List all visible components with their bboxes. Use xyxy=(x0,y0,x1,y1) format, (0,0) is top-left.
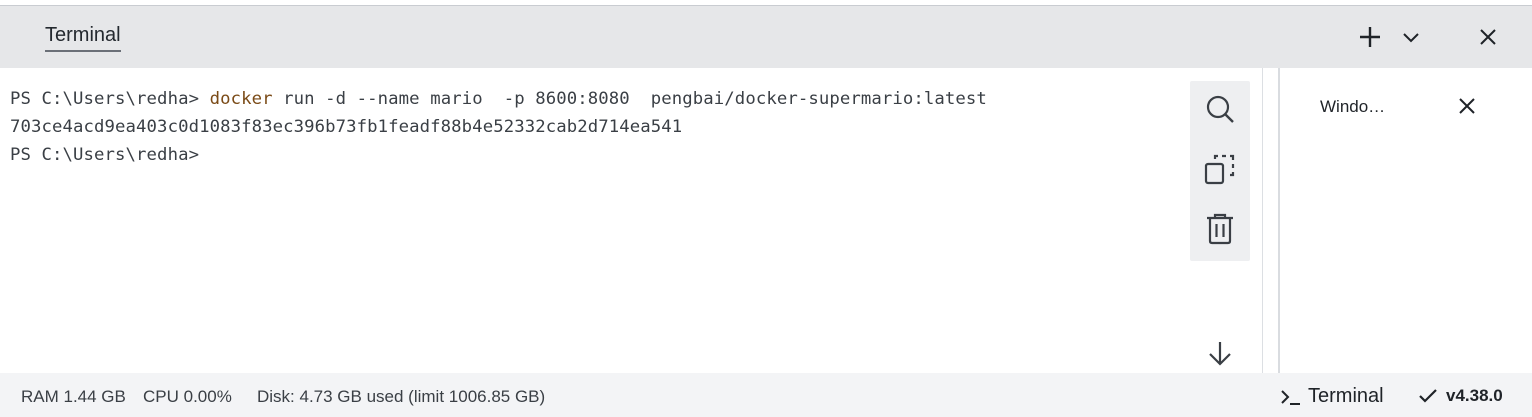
session-tab-label[interactable]: Windo… xyxy=(1320,97,1385,117)
prompt-line-1: PS C:\Users\redha> docker run -d --name … xyxy=(10,89,987,109)
check-icon xyxy=(1419,389,1437,403)
clear-button[interactable] xyxy=(1203,212,1237,246)
tab-terminal[interactable]: Terminal xyxy=(45,23,121,52)
terminal-text: PS C:\Users\redha> docker run -d --name … xyxy=(10,85,987,169)
container-id-output: 703ce4acd9ea403c0d1083f83ec396b73fb1fead… xyxy=(10,117,683,137)
chevron-down-icon xyxy=(1403,33,1419,43)
terminal-toolbar xyxy=(1190,81,1250,261)
ram-usage: RAM 1.44 GB xyxy=(21,387,126,406)
prompt: PS C:\Users\redha> xyxy=(10,89,210,109)
search-icon xyxy=(1206,95,1234,123)
cpu-usage: CPU 0.00% xyxy=(143,387,232,406)
terminal-status-label: Terminal xyxy=(1308,385,1384,407)
trash-icon xyxy=(1207,213,1233,245)
version-label: v4.38.0 xyxy=(1446,386,1503,405)
close-icon xyxy=(1459,98,1475,114)
panel-header: Terminal xyxy=(0,6,1532,68)
scroll-to-bottom-button[interactable] xyxy=(1203,336,1237,370)
arrow-down-icon xyxy=(1209,342,1231,366)
search-button[interactable] xyxy=(1203,92,1237,126)
close-panel-button[interactable] xyxy=(1473,22,1503,52)
add-terminal-button[interactable] xyxy=(1355,22,1385,52)
version-status[interactable]: v4.38.0 xyxy=(1418,386,1503,406)
copy-icon xyxy=(1204,154,1235,185)
copy-button[interactable] xyxy=(1203,152,1237,186)
terminal-status-button[interactable]: Terminal xyxy=(1280,385,1384,408)
status-bar: RAM 1.44 GB CPU 0.00% Disk: 4.73 GB used… xyxy=(0,373,1532,417)
terminal-output[interactable]: PS C:\Users\redha> docker run -d --name … xyxy=(0,68,1262,373)
close-icon xyxy=(1480,29,1496,45)
terminal-dropdown-button[interactable] xyxy=(1396,22,1426,52)
command-name: docker xyxy=(209,89,273,109)
terminal-sessions-panel: Windo… xyxy=(1280,68,1532,373)
terminal-scrollbar[interactable] xyxy=(1262,68,1278,373)
prompt-line-2: PS C:\Users\redha> xyxy=(10,145,200,165)
terminal-prompt-icon xyxy=(1281,389,1300,405)
close-session-button[interactable] xyxy=(1454,93,1480,119)
disk-usage: Disk: 4.73 GB used (limit 1006.85 GB) xyxy=(257,387,546,406)
command-args: run -d --name mario -p 8600:8080 pengbai… xyxy=(272,89,987,109)
plus-icon xyxy=(1360,27,1380,47)
